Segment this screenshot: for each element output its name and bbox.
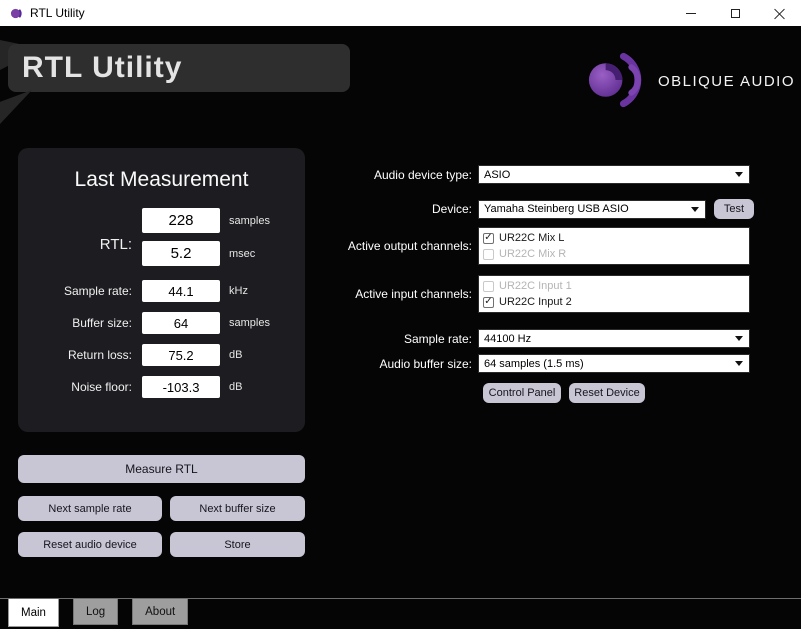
action-row-1: Next sample rate Next buffer size <box>18 496 305 521</box>
chevron-down-icon <box>691 206 699 212</box>
output-channel-option[interactable]: UR22C Mix L <box>479 230 749 246</box>
banner-decoration-swoosh <box>0 90 32 124</box>
checkbox-icon[interactable] <box>483 296 494 308</box>
last-measurement-panel: Last Measurement RTL: samples msec Sampl… <box>18 148 305 432</box>
rtl-label: RTL: <box>99 235 132 253</box>
brand-block: OBLIQUE AUDIO <box>583 46 795 116</box>
test-button[interactable]: Test <box>714 199 754 219</box>
noise-floor-value-input[interactable] <box>142 376 220 398</box>
buffer-size-label: Buffer size: <box>72 316 132 330</box>
close-button[interactable] <box>757 0 801 26</box>
page-title: RTL Utility <box>22 51 183 84</box>
channel-label: UR22C Mix R <box>499 248 567 260</box>
return-loss-row: Return loss: dB <box>22 344 305 366</box>
window-controls <box>669 0 801 26</box>
titlebar: RTL Utility <box>0 0 801 26</box>
control-panel-button[interactable]: Control Panel <box>483 383 561 403</box>
buffer-size-select-label: Audio buffer size: <box>379 356 472 371</box>
tab-log-label: Log <box>85 605 106 618</box>
sample-rate-select-row: Sample rate: 44100 Hz <box>330 329 750 348</box>
input-channel-option[interactable]: UR22C Input 1 <box>479 278 749 294</box>
rtl-samples-unit: samples <box>229 214 270 227</box>
close-icon <box>774 8 785 19</box>
checkbox-icon[interactable] <box>483 232 494 244</box>
buffer-size-value-input[interactable] <box>142 312 220 334</box>
checkbox-icon[interactable] <box>483 248 494 260</box>
sample-rate-label: Sample rate: <box>63 284 132 298</box>
audio-device-type-value: ASIO <box>484 168 511 181</box>
device-buttons-row: Control Panel Reset Device <box>483 383 645 403</box>
buffer-size-select-row: Audio buffer size: 64 samples (1.5 ms) <box>330 354 750 373</box>
app-window: RTL Utility RTL Utility OBLIQUE AUDIO La… <box>0 0 801 629</box>
tab-log[interactable]: Log <box>72 599 119 625</box>
sample-rate-value-input[interactable] <box>142 280 220 302</box>
noise-floor-unit: dB <box>229 381 243 393</box>
sample-rate-select-label: Sample rate: <box>403 331 472 346</box>
input-channels-list[interactable]: UR22C Input 1 UR22C Input 2 <box>478 275 750 313</box>
minimize-button[interactable] <box>669 0 713 26</box>
oblique-audio-logo-icon <box>588 52 642 108</box>
rtl-samples-input[interactable] <box>142 208 220 233</box>
reset-device-button[interactable]: Reset Device <box>569 383 645 403</box>
rtl-values: samples msec <box>142 208 270 280</box>
sample-rate-select[interactable]: 44100 Hz <box>478 329 750 348</box>
noise-floor-label: Noise floor: <box>71 380 132 394</box>
device-select[interactable]: Yamaha Steinberg USB ASIO <box>478 199 706 219</box>
output-channels-list[interactable]: UR22C Mix L UR22C Mix R <box>478 227 750 265</box>
audio-device-type-label: Audio device type: <box>373 167 472 182</box>
device-row: Device: Yamaha Steinberg USB ASIO Test <box>330 199 754 219</box>
device-value: Yamaha Steinberg USB ASIO <box>484 203 629 215</box>
input-channel-option[interactable]: UR22C Input 2 <box>479 294 749 310</box>
checkbox-icon[interactable] <box>483 280 494 292</box>
sample-rate-unit: kHz <box>229 285 248 297</box>
output-channels-label: Active output channels: <box>347 239 472 253</box>
sample-rate-select-value: 44100 Hz <box>484 332 532 345</box>
rtl-msec-input[interactable] <box>142 241 220 266</box>
tab-main[interactable]: Main <box>8 599 59 627</box>
panel-title: Last Measurement <box>74 168 249 191</box>
output-channels-row: Active output channels: UR22C Mix L UR22… <box>330 227 750 265</box>
app-logo-icon <box>10 8 22 18</box>
return-loss-value-input[interactable] <box>142 344 220 366</box>
header-banner: RTL Utility <box>8 44 350 92</box>
input-channels-label: Active input channels: <box>355 287 472 301</box>
tab-main-label: Main <box>21 606 46 619</box>
chevron-down-icon <box>735 336 743 341</box>
buffer-size-select[interactable]: 64 samples (1.5 ms) <box>478 354 750 373</box>
measure-rtl-button[interactable]: Measure RTL <box>18 455 305 483</box>
minimize-icon <box>686 12 696 14</box>
sample-rate-row: Sample rate: kHz <box>22 280 305 302</box>
rtl-block: RTL: samples msec <box>22 208 305 280</box>
maximize-button[interactable] <box>713 0 757 26</box>
next-sample-rate-button[interactable]: Next sample rate <box>18 496 162 521</box>
chevron-down-icon <box>735 361 743 366</box>
audio-device-type-select[interactable]: ASIO <box>478 165 750 184</box>
output-channel-option[interactable]: UR22C Mix R <box>479 246 749 262</box>
maximize-icon <box>730 8 740 18</box>
noise-floor-row: Noise floor: dB <box>22 376 305 398</box>
brand-name: OBLIQUE AUDIO <box>657 72 795 90</box>
buffer-size-row: Buffer size: samples <box>22 312 305 334</box>
store-button[interactable]: Store <box>170 532 305 557</box>
next-buffer-size-button[interactable]: Next buffer size <box>170 496 305 521</box>
main-content: RTL Utility OBLIQUE AUDIO Last Measureme <box>0 26 801 629</box>
rtl-msec-unit: msec <box>229 247 256 260</box>
chevron-down-icon <box>735 172 743 177</box>
window-title: RTL Utility <box>30 6 85 20</box>
return-loss-unit: dB <box>229 349 243 361</box>
channel-label: UR22C Input 2 <box>499 296 572 308</box>
tab-about-label: About <box>145 605 176 618</box>
device-label: Device: <box>431 202 472 216</box>
buffer-size-select-value: 64 samples (1.5 ms) <box>484 357 584 370</box>
action-row-2: Reset audio device Store <box>18 532 305 557</box>
channel-label: UR22C Mix L <box>499 232 565 244</box>
reset-audio-device-button[interactable]: Reset audio device <box>18 532 162 557</box>
channel-label: UR22C Input 1 <box>499 280 572 292</box>
input-channels-row: Active input channels: UR22C Input 1 UR2… <box>330 275 750 313</box>
tab-about[interactable]: About <box>132 599 189 625</box>
audio-device-type-row: Audio device type: ASIO <box>330 165 750 184</box>
return-loss-label: Return loss: <box>67 348 132 362</box>
buffer-size-unit: samples <box>229 317 270 329</box>
tab-strip: Main Log About <box>0 598 801 627</box>
